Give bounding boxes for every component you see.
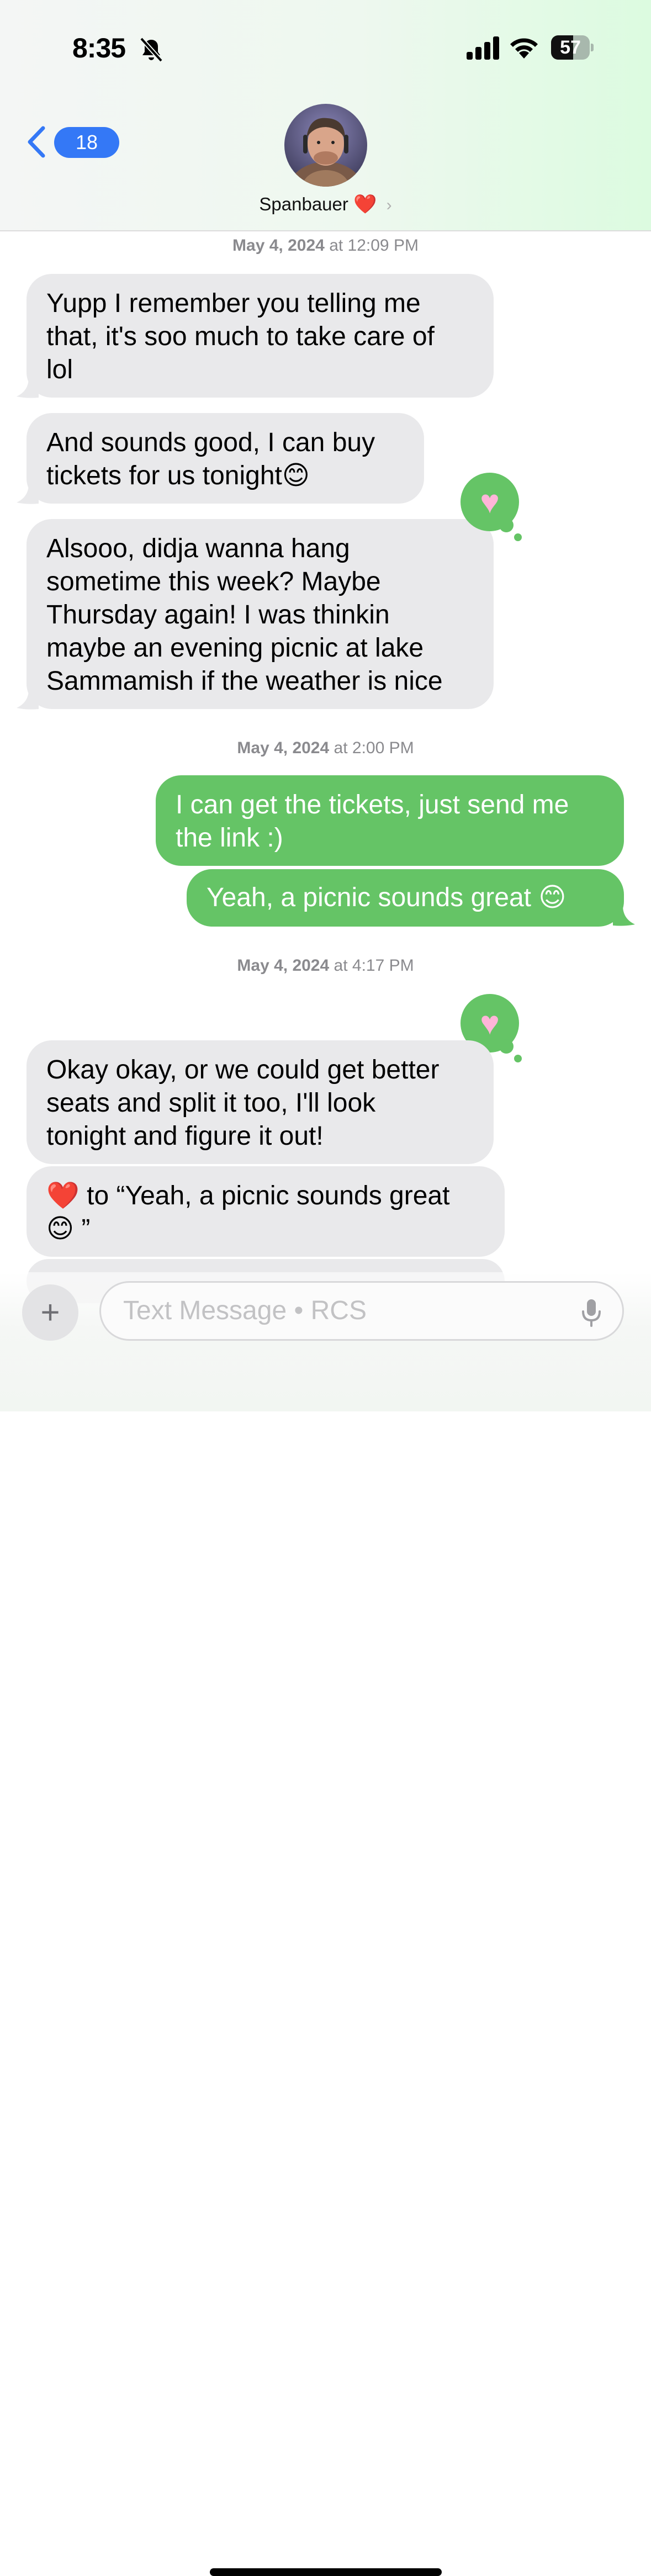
received-message[interactable]: Okay okay, or we could get better seats …	[27, 1040, 494, 1164]
received-message[interactable]: And sounds good, I can buy tickets for u…	[27, 413, 424, 504]
battery-indicator: 57	[551, 35, 594, 60]
message-timestamp: May 4, 2024 at 4:17 PM	[237, 956, 414, 975]
bubble-tail	[613, 906, 635, 926]
message-timestamp: May 4, 2024 at 2:00 PM	[237, 739, 414, 757]
avatar[interactable]	[284, 104, 367, 187]
contact-heart-emoji: ❤️	[353, 194, 377, 215]
received-message[interactable]: ❤️ to “Yeah, a picnic sounds great 😊 ”	[27, 1166, 505, 1257]
message-timestamp: May 4, 2024 at 12:09 PM	[232, 236, 419, 255]
bubble-tail	[17, 484, 39, 504]
battery-percent: 57	[560, 37, 581, 58]
received-message[interactable]: Yupp I remember you telling me that, it'…	[27, 274, 494, 398]
chevron-right-icon: ›	[386, 196, 392, 214]
contact-name-row[interactable]: Spanbauer ❤️ ›	[0, 193, 651, 215]
bubble-tail	[17, 378, 39, 398]
message-placeholder: Text Message • RCS	[123, 1296, 367, 1325]
message-input[interactable]: Text Message • RCS	[99, 1281, 624, 1341]
contact-name: Spanbauer	[259, 194, 348, 214]
heart-tapback[interactable]: ♥	[461, 473, 522, 541]
unread-count-badge: 18	[54, 127, 119, 158]
sent-message[interactable]: Yeah, a picnic sounds great 😊	[187, 869, 624, 927]
chevron-left-icon	[28, 126, 45, 158]
cellular-signal-icon	[467, 36, 499, 60]
received-message[interactable]: Alsooo, didja wanna hang sometime this w…	[27, 519, 494, 709]
home-indicator	[210, 2568, 442, 2576]
back-button[interactable]: 18	[25, 123, 119, 161]
add-attachment-button[interactable]: +	[22, 1284, 78, 1341]
microphone-icon[interactable]	[580, 1298, 602, 1327]
message-composer: + Text Message • RCS	[0, 1272, 651, 2576]
wifi-icon	[510, 38, 538, 59]
conversation-header: 8:35 57 18 Spanbauer ❤️ ›	[0, 0, 651, 231]
status-time: 8:35	[72, 33, 126, 64]
bubble-tail	[17, 689, 39, 710]
sent-message[interactable]: I can get the tickets, just send me the …	[156, 775, 624, 866]
bell-slash-icon	[140, 37, 163, 62]
heart-icon: ♥	[480, 483, 500, 520]
